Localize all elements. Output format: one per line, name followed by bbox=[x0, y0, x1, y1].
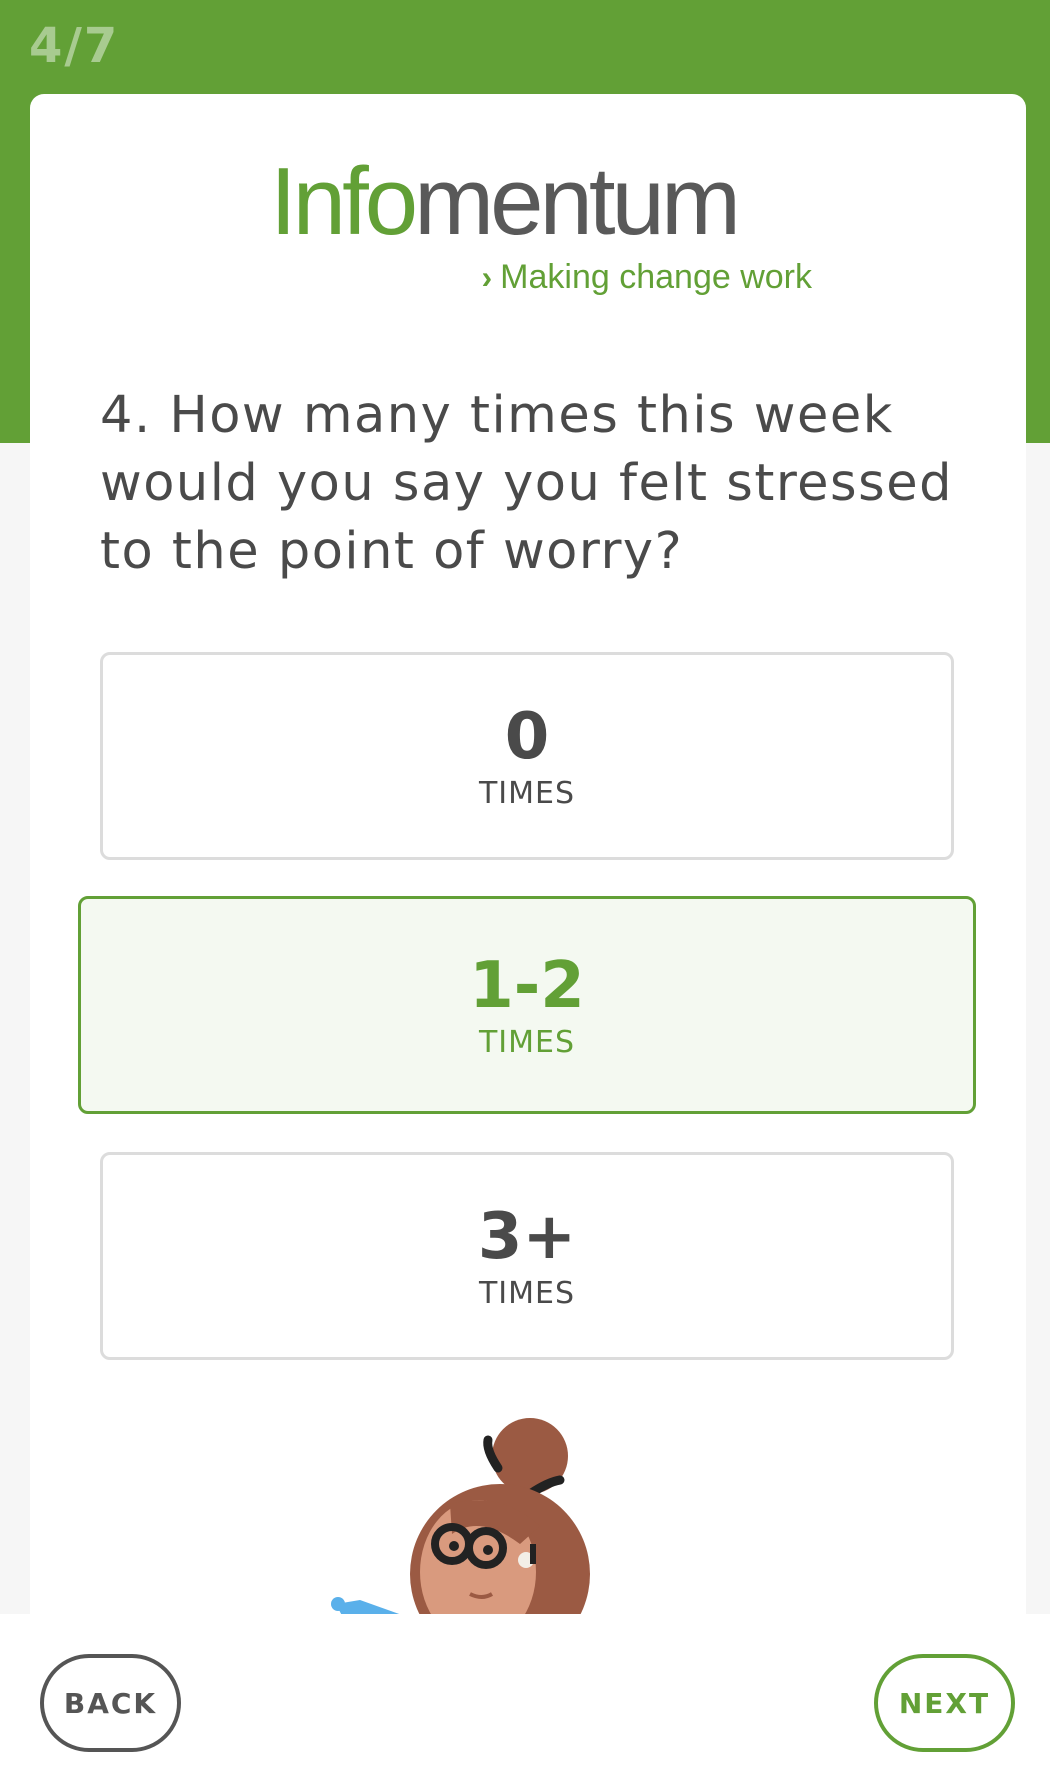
back-button[interactable]: BACK bbox=[40, 1654, 181, 1752]
option-unit: TIMES bbox=[478, 1024, 576, 1060]
option-0-times[interactable]: 0 TIMES bbox=[100, 652, 954, 860]
option-unit: TIMES bbox=[478, 775, 576, 811]
option-unit: TIMES bbox=[478, 1275, 576, 1311]
option-value: 1-2 bbox=[469, 948, 585, 1023]
step-counter: 4/7 bbox=[29, 18, 120, 74]
option-value: 0 bbox=[504, 699, 550, 774]
infomentum-logo: Infomentum › Making change work bbox=[270, 154, 830, 304]
question-text: 4. How many times this week would you sa… bbox=[100, 386, 953, 581]
question-card: Infomentum › Making change work 4. How ma… bbox=[30, 94, 1026, 1782]
footer-bar: BACK NEXT bbox=[0, 1614, 1050, 1782]
option-1-2-times[interactable]: 1-2 TIMES bbox=[78, 896, 976, 1114]
next-button[interactable]: NEXT bbox=[874, 1654, 1015, 1752]
chevron-right-icon: › bbox=[481, 259, 493, 295]
logo-tagline: › Making change work bbox=[481, 258, 812, 296]
option-value: 3+ bbox=[477, 1199, 577, 1274]
option-3-plus-times[interactable]: 3+ TIMES bbox=[100, 1152, 954, 1360]
logo-wordmark: Infomentum bbox=[270, 148, 741, 255]
